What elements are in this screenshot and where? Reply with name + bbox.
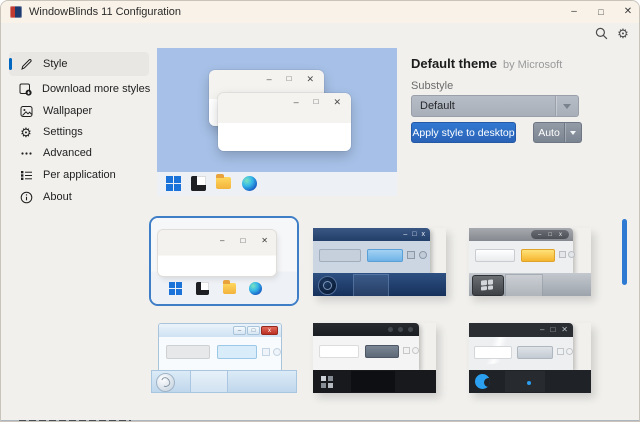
thumbnail-default-theme-selected[interactable]: – □ ✕ (149, 216, 299, 306)
edge-browser-icon (242, 176, 257, 191)
sidebar-item-about[interactable]: About (9, 186, 149, 208)
substyle-label: Substyle (411, 80, 453, 92)
windows-logo-icon (166, 176, 181, 191)
sidebar-item-per-application[interactable]: Per application (9, 164, 149, 186)
theme-title: Default theme by Microsoft (411, 56, 562, 71)
gear-icon[interactable]: ⚙ (614, 24, 632, 42)
mini-minimize-glyph: – (403, 230, 407, 239)
theme-name: Default theme (411, 56, 497, 71)
pencil-icon (19, 57, 33, 71)
search-icon[interactable] (592, 24, 610, 42)
sidebar-item-label: Style (43, 58, 67, 70)
theme-preview: – □ ✕ – □ ✕ (157, 48, 397, 196)
gear-icon: ⚙ (19, 125, 33, 139)
mini-window-buttons (388, 327, 413, 332)
thumbnail-black-dark-skin[interactable] (313, 323, 436, 393)
mini-close-glyph: x (422, 230, 426, 239)
minimize-button[interactable]: – (559, 1, 589, 23)
mini-minimize-glyph: – (538, 232, 541, 238)
mini-maximize-glyph: □ (287, 74, 292, 85)
skin-taskbar (313, 370, 436, 393)
auto-dropdown-arrow[interactable] (564, 123, 581, 142)
sidebar-item-label: Per application (43, 169, 116, 181)
taskbar-dot-icon (527, 381, 531, 385)
sidebar-item-label: Wallpaper (43, 105, 92, 117)
sidebar-item-settings[interactable]: ⚙ Settings (9, 121, 149, 143)
mini-minimize-button: – (233, 326, 246, 335)
window-title: WindowBlinds 11 Configuration (29, 1, 181, 23)
per-application-icon (19, 168, 33, 182)
mini-maximize-glyph: □ (412, 230, 416, 239)
auto-split-button[interactable]: Auto (533, 122, 582, 143)
skin-taskbar (313, 273, 446, 296)
mini-minimize-glyph: – (220, 236, 224, 245)
preview-window-front: – □ ✕ (218, 93, 351, 151)
mini-close-glyph: ✕ (261, 236, 268, 245)
title-bar: WindowBlinds 11 Configuration – □ ✕ (1, 1, 640, 23)
thumbnail-silver-gold-skin[interactable]: – □ x (469, 228, 591, 296)
substyle-selected-value: Default (420, 100, 555, 112)
skin-taskbar (469, 273, 591, 296)
mini-maximize-glyph: □ (314, 97, 319, 108)
mini-minimize-glyph: – (294, 97, 299, 108)
substyle-dropdown[interactable]: Default (411, 95, 579, 117)
edge-browser-icon (249, 282, 262, 295)
chevron-down-icon (563, 104, 571, 109)
maximize-button[interactable]: □ (586, 1, 616, 23)
mini-maximize-button: □ (247, 326, 260, 335)
sidebar-item-download-more-styles[interactable]: Download more styles (9, 78, 149, 100)
sidebar-item-label: Download more styles (42, 83, 150, 95)
chevron-down-icon (570, 131, 576, 135)
wallpaper-icon (19, 104, 33, 118)
sidebar-item-style[interactable]: Style (9, 52, 149, 76)
skin-taskbar (151, 370, 297, 393)
thumbnail-graphite-dark-skin[interactable]: – □ ✕ (469, 323, 591, 393)
auto-button-label[interactable]: Auto (534, 123, 564, 142)
theme-author: by Microsoft (503, 59, 562, 71)
mini-close-glyph: ✕ (333, 97, 341, 108)
thumbnail-navy-blue-skin[interactable]: – □ x (313, 228, 446, 296)
mini-maximize-glyph: □ (548, 232, 552, 238)
start-orb-icon (318, 276, 337, 295)
info-icon (19, 190, 33, 204)
dropdown-arrow[interactable] (555, 96, 578, 116)
windowblinds-taskbar-icon (191, 176, 206, 191)
sidebar-item-label: Settings (43, 126, 83, 138)
start-orb-icon (156, 373, 175, 392)
file-explorer-folder-icon (223, 283, 236, 294)
sidebar-item-advanced[interactable]: Advanced (9, 142, 149, 164)
thumbnail-preview-image: – □ ✕ (151, 218, 297, 304)
sidebar-item-label: About (43, 191, 72, 203)
ellipsis-icon (19, 146, 33, 160)
mini-close-glyph: ✕ (306, 74, 314, 85)
windowblinds-app-icon (10, 6, 22, 18)
mini-close-button: x (261, 326, 278, 335)
download-styles-icon (19, 82, 32, 96)
close-button[interactable]: ✕ (613, 1, 640, 23)
windowblinds-taskbar-icon (196, 282, 209, 295)
blue-circle-logo-icon (475, 374, 490, 389)
mini-maximize-glyph: □ (550, 325, 555, 335)
mini-minimize-glyph: – (267, 74, 272, 85)
preview-taskbar (157, 172, 397, 196)
mini-close-glyph: x (559, 232, 562, 238)
windowblinds-configuration-window: WindowBlinds 11 Configuration – □ ✕ ⚙ St… (0, 0, 640, 422)
start-button-icon (472, 275, 504, 296)
scrollbar-thumb[interactable] (622, 219, 627, 285)
file-explorer-folder-icon (216, 177, 231, 189)
thumbnail-aero-light-blue-skin[interactable]: – □ x (151, 323, 297, 393)
apply-style-button[interactable]: Apply style to desktop (411, 122, 516, 143)
sidebar-item-wallpaper[interactable]: Wallpaper (9, 100, 149, 122)
mini-maximize-glyph: □ (240, 236, 245, 245)
mini-close-glyph: ✕ (561, 325, 568, 335)
windows-logo-icon (169, 282, 182, 295)
sidebar-item-label: Advanced (43, 147, 92, 159)
mini-minimize-glyph: – (540, 325, 544, 335)
pixel-squares-icon (321, 376, 326, 381)
